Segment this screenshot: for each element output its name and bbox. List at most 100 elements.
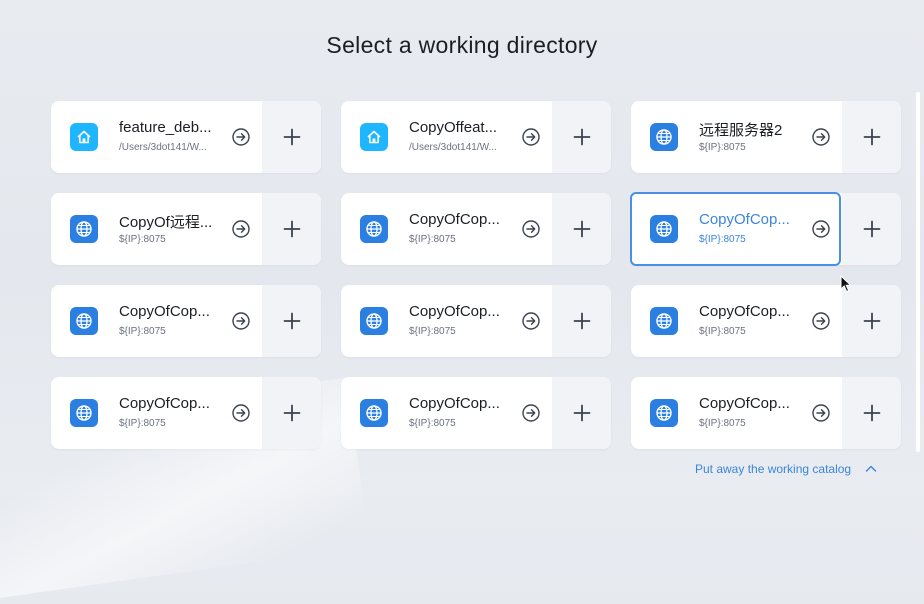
directory-card: CopyOfCop... ${IP}:8075 [51,377,321,449]
plus-icon [283,404,301,422]
directory-card: CopyOf远程... ${IP}:8075 [51,193,321,265]
plus-icon [283,220,301,238]
globe-icon [360,215,388,243]
directory-card: 远程服务器2 ${IP}:8075 [631,101,901,173]
directory-select-area[interactable]: CopyOfCop... ${IP}:8075 [630,192,841,266]
directory-path: ${IP}:8075 [699,418,746,429]
directory-select-area[interactable]: CopyOfCop... ${IP}:8075 [341,193,551,265]
directory-path: /Users/3dot141/W... [119,142,207,153]
add-directory-button[interactable] [842,377,901,449]
directory-select-area[interactable]: CopyOfCop... ${IP}:8075 [631,377,841,449]
directory-name: 远程服务器2 [699,122,783,139]
add-directory-button[interactable] [262,285,321,357]
home-icon [70,123,98,151]
directory-select-area[interactable]: CopyOfCop... ${IP}:8075 [341,285,551,357]
add-directory-button[interactable] [262,193,321,265]
globe-icon [70,399,98,427]
arrow-right-circle-icon[interactable] [812,312,830,330]
scrollbar[interactable] [916,92,920,452]
directory-card: CopyOfCop... ${IP}:8075 [341,285,611,357]
directory-name: CopyOfCop... [699,395,790,412]
arrow-right-circle-icon[interactable] [812,404,830,422]
directory-select-area[interactable]: CopyOfCop... ${IP}:8075 [51,377,261,449]
mouse-cursor-icon [840,275,852,293]
directory-path: /Users/3dot141/W... [409,142,497,153]
directory-path: ${IP}:8075 [699,234,746,245]
globe-icon [70,215,98,243]
arrow-right-circle-icon[interactable] [812,128,830,146]
plus-icon [863,312,881,330]
plus-icon [863,128,881,146]
directory-card: CopyOfCop... ${IP}:8075 [341,193,611,265]
directory-name: CopyOfCop... [409,395,500,412]
add-directory-button[interactable] [552,285,611,357]
directory-path: ${IP}:8075 [409,326,456,337]
directory-select-area[interactable]: feature_deb... /Users/3dot141/W... [51,101,261,173]
page-title: Select a working directory [326,32,598,58]
arrow-right-circle-icon[interactable] [522,404,540,422]
arrow-right-circle-icon[interactable] [522,220,540,238]
home-icon [360,123,388,151]
plus-icon [573,220,591,238]
globe-icon [650,307,678,335]
plus-icon [283,312,301,330]
directory-select-area[interactable]: 远程服务器2 ${IP}:8075 [631,101,841,173]
directory-name: CopyOfCop... [409,303,500,320]
globe-icon [650,399,678,427]
plus-icon [573,128,591,146]
arrow-right-circle-icon[interactable] [522,312,540,330]
directory-card: CopyOfCop... ${IP}:8075 [51,285,321,357]
directory-path: ${IP}:8075 [119,326,166,337]
arrow-right-circle-icon[interactable] [232,404,250,422]
globe-icon [360,307,388,335]
directory-select-area[interactable]: CopyOfCop... ${IP}:8075 [51,285,261,357]
directory-path: ${IP}:8075 [699,326,746,337]
arrow-right-circle-icon[interactable] [232,312,250,330]
add-directory-button[interactable] [842,101,901,173]
globe-icon [360,399,388,427]
directory-name: CopyOffeat... [409,119,498,136]
directory-path: ${IP}:8075 [119,234,166,245]
add-directory-button[interactable] [552,193,611,265]
add-directory-button[interactable] [842,285,901,357]
directory-card: CopyOfCop... ${IP}:8075 [630,192,901,266]
add-directory-button[interactable] [262,101,321,173]
plus-icon [863,220,881,238]
add-directory-button[interactable] [262,377,321,449]
directory-select-area[interactable]: CopyOf远程... ${IP}:8075 [51,193,261,265]
directory-path: ${IP}:8075 [699,142,746,153]
directory-name: CopyOfCop... [699,303,790,320]
plus-icon [863,404,881,422]
add-directory-button[interactable] [842,193,901,265]
directory-name: CopyOfCop... [119,395,210,412]
directory-card: CopyOfCop... ${IP}:8075 [631,377,901,449]
collapse-catalog-label: Put away the working catalog [695,462,852,476]
directory-name: feature_deb... [119,119,212,136]
arrow-right-circle-icon[interactable] [232,128,250,146]
globe-icon [70,307,98,335]
arrow-right-circle-icon[interactable] [232,220,250,238]
plus-icon [283,128,301,146]
directory-name: CopyOfCop... [699,211,790,228]
directory-name: CopyOfCop... [409,211,500,228]
collapse-catalog-button[interactable]: Put away the working catalog [695,462,877,476]
globe-icon [650,215,678,243]
directory-select-area[interactable]: CopyOfCop... ${IP}:8075 [631,285,841,357]
plus-icon [573,312,591,330]
add-directory-button[interactable] [552,377,611,449]
directory-select-area[interactable]: CopyOffeat... /Users/3dot141/W... [341,101,551,173]
directory-name: CopyOf远程... [119,214,213,231]
directory-card: CopyOfCop... ${IP}:8075 [341,377,611,449]
directory-card: feature_deb... /Users/3dot141/W... [51,101,321,173]
globe-icon [650,123,678,151]
directory-path: ${IP}:8075 [409,418,456,429]
arrow-right-circle-icon[interactable] [522,128,540,146]
directory-path: ${IP}:8075 [409,234,456,245]
arrow-right-circle-icon[interactable] [812,220,830,238]
directory-card: CopyOfCop... ${IP}:8075 [631,285,901,357]
plus-icon [573,404,591,422]
chevron-up-icon [865,465,877,472]
add-directory-button[interactable] [552,101,611,173]
directory-name: CopyOfCop... [119,303,210,320]
directory-select-area[interactable]: CopyOfCop... ${IP}:8075 [341,377,551,449]
